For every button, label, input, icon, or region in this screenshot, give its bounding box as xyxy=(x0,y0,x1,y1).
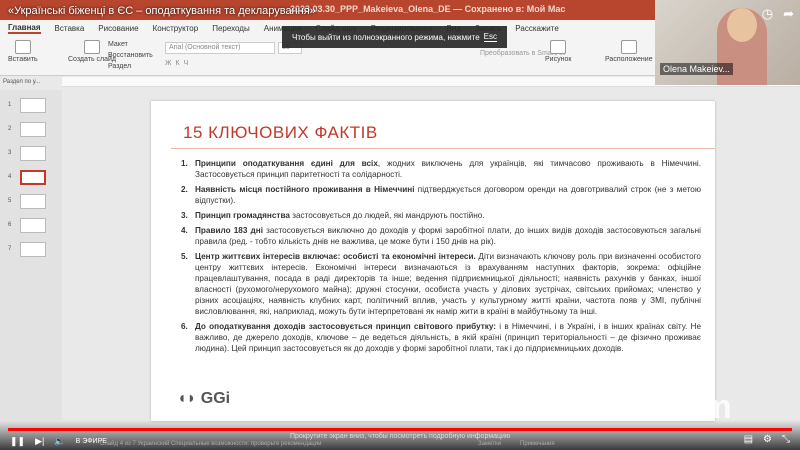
picture-button[interactable]: Рисунок xyxy=(545,40,571,63)
slide-thumbnail[interactable] xyxy=(20,146,46,161)
thumbnail-number: 5 xyxy=(8,198,12,204)
fact-heading: Наявність місця постійного проживання в … xyxy=(195,185,415,194)
layout-button[interactable]: Макет xyxy=(108,39,153,50)
thumbnail-number: 7 xyxy=(8,246,12,252)
ribbon-tab[interactable]: Переходы xyxy=(212,24,250,33)
slide-thumbnail[interactable] xyxy=(20,242,46,257)
esc-key: Esc xyxy=(483,32,497,42)
fact-number: 3. xyxy=(181,211,188,220)
settings-icon[interactable]: ⚙ xyxy=(763,434,772,445)
participant-name: Olena Makeiev... xyxy=(660,63,733,75)
fact-number: 4. xyxy=(181,226,188,235)
captions-icon[interactable]: ▤ xyxy=(744,434,753,445)
fact-item: 1. Принципи оподаткування єдині для всіх,… xyxy=(181,158,701,180)
volume-icon[interactable]: 🔈 xyxy=(54,436,65,447)
fullscreen-toast: Чтобы выйти из полноэкранного режима, на… xyxy=(282,26,507,48)
slide-thumbnail[interactable] xyxy=(20,98,46,113)
font-select[interactable]: Arial (Основной текст) xyxy=(165,42,275,54)
ribbon-tab[interactable]: Конструктор xyxy=(153,24,199,33)
slide-thumbnails: 1 2 3 4 5 6 7 xyxy=(0,90,62,420)
ribbon-tab[interactable]: Рисование xyxy=(98,24,138,33)
fact-heading: Принципи оподаткування єдині для всіх xyxy=(195,159,378,168)
thumbnail-number: 4 xyxy=(8,174,12,180)
slide-title: 15 КЛЮЧОВИХ ФАКТІВ xyxy=(183,123,378,142)
fact-number: 6. xyxy=(181,322,188,331)
thumbnail-number: 6 xyxy=(8,222,12,228)
slide-group: Макет Восстановить Раздел xyxy=(108,39,153,72)
slide: 15 КЛЮЧОВИХ ФАКТІВ 1. Принципи оподаткува… xyxy=(151,101,715,421)
ggi-logo: ◖◗ GGi xyxy=(177,390,231,407)
video-controls: Слайд 4 из 7 Украинский Специальные возм… xyxy=(0,420,800,450)
fact-item: 6. До оподаткування доходів застосовуєтьс… xyxy=(181,321,701,354)
live-badge[interactable]: В ЭФИРЕ xyxy=(76,438,107,445)
fact-heading: До оподаткування доходів застосовується … xyxy=(195,322,497,331)
arrange-icon xyxy=(620,40,637,54)
picture-label: Рисунок xyxy=(545,56,572,63)
share-icon[interactable]: ➦ xyxy=(783,6,794,22)
fact-number: 2. xyxy=(181,185,188,194)
scroll-hint: Прокрутите экран вниз, чтобы посмотреть … xyxy=(290,433,511,440)
progress-bar[interactable] xyxy=(8,428,792,431)
thumbnail-number: 2 xyxy=(8,126,12,132)
fact-text: Діти визначають ключову роль при визначе… xyxy=(195,252,701,316)
fact-number: 5. xyxy=(181,252,188,261)
watch-later-icon[interactable]: ◷ xyxy=(762,6,773,22)
paste-button[interactable]: Вставить xyxy=(8,40,38,63)
exit-fullscreen-icon[interactable]: ⤡ xyxy=(782,434,790,445)
ribbon-tab[interactable]: Главная xyxy=(8,23,41,34)
reset-button[interactable]: Восстановить xyxy=(108,50,153,61)
ribbon-tab[interactable]: Вставка xyxy=(55,24,85,33)
document-title: 2023.03.30_PPP_Makeieva_Olena_DE — Сохра… xyxy=(290,4,566,14)
fact-item: 5. Центр життєвих інтересів включає: особ… xyxy=(181,251,701,317)
slide-thumbnail[interactable] xyxy=(20,194,46,209)
pause-icon[interactable]: ❚❚ xyxy=(10,436,25,447)
fact-heading: Принцип громадянства xyxy=(195,211,290,220)
fact-text: застосовується виключно до доходів у фор… xyxy=(195,226,701,246)
thumbnail-number: 3 xyxy=(8,150,12,156)
title-divider xyxy=(171,148,715,149)
video-title[interactable]: «Українські біженці в ЄС – оподаткування… xyxy=(8,5,316,17)
slide-thumbnail[interactable] xyxy=(20,122,46,137)
arrange-label: Расположение xyxy=(605,56,653,63)
format-buttons[interactable]: ЖКЧ xyxy=(165,60,192,67)
speaker-head xyxy=(727,8,757,42)
fact-item: 2. Наявність місця постійного проживання … xyxy=(181,184,701,206)
video-top-actions: ◷ ➦ xyxy=(762,6,794,22)
clipboard-icon xyxy=(14,40,31,54)
section-button[interactable]: Раздел xyxy=(108,61,153,72)
toast-text: Чтобы выйти из полноэкранного режима, на… xyxy=(292,32,480,42)
arrange-button[interactable]: Расположение xyxy=(605,40,653,63)
facts-list: 1. Принципи оподаткування єдині для всіх,… xyxy=(181,158,701,358)
fact-text: застосовується до людей, які мандрують п… xyxy=(289,211,485,220)
fact-number: 1. xyxy=(181,159,188,168)
new-slide-icon xyxy=(84,40,101,54)
ribbon-tab[interactable]: Расскажите xyxy=(515,24,559,33)
logo-text: GGi xyxy=(200,390,231,407)
fact-heading: Центр життєвих інтересів включає: особис… xyxy=(195,252,476,261)
next-icon[interactable]: ▶| xyxy=(35,436,44,447)
thumbnail-number: 1 xyxy=(8,102,12,108)
slide-thumbnail[interactable] xyxy=(20,218,46,233)
slide-thumbnail[interactable] xyxy=(20,170,46,185)
paste-label: Вставить xyxy=(8,56,38,63)
picture-icon xyxy=(550,40,567,54)
fact-heading: Правило 183 дні xyxy=(195,226,263,235)
fact-item: 3. Принцип громадянства застосовується до… xyxy=(181,210,701,221)
section-label[interactable]: Раздел по у... xyxy=(3,79,40,85)
fact-item: 4. Правило 183 дні застосовується виключн… xyxy=(181,225,701,247)
